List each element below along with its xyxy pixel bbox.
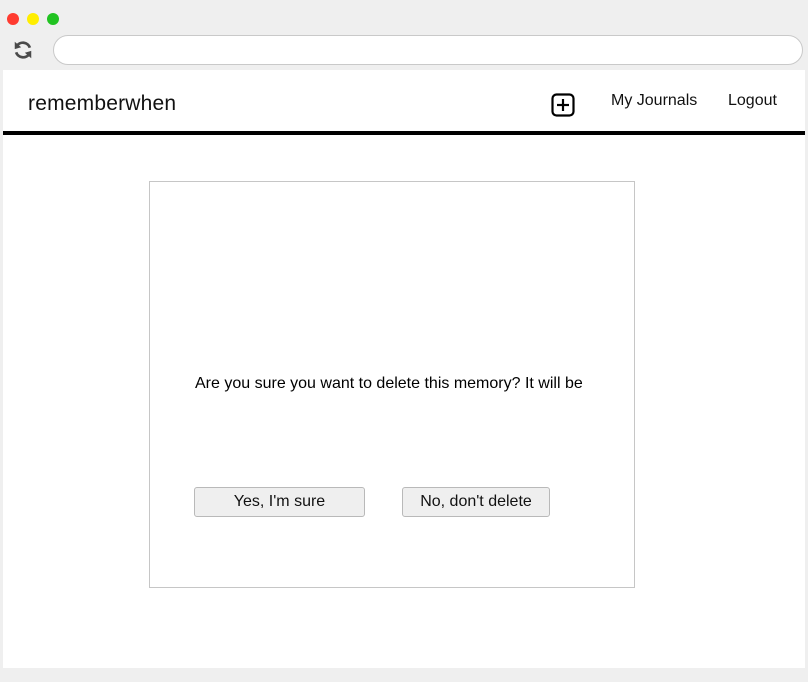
dialog-message: Are you sure you want to delete this mem…: [195, 375, 583, 392]
brand-logo-link[interactable]: rememberwhen: [28, 92, 176, 116]
address-bar[interactable]: [53, 35, 803, 65]
nav-my-journals-link[interactable]: My Journals: [611, 92, 697, 110]
window-zoom-button[interactable]: [47, 13, 59, 25]
browser-chrome: [0, 0, 808, 70]
plus-square-icon: [551, 93, 575, 117]
reload-button[interactable]: [11, 38, 35, 62]
navbar: rememberwhen My Journals Logout: [3, 70, 805, 135]
window-minimize-button[interactable]: [27, 13, 39, 25]
nav-logout-link[interactable]: Logout: [728, 92, 777, 110]
page-viewport: rememberwhen My Journals Logout Are you …: [3, 70, 805, 668]
cancel-delete-button[interactable]: No, don't delete: [402, 487, 550, 517]
add-memory-button[interactable]: [551, 93, 575, 117]
window-close-button[interactable]: [7, 13, 19, 25]
confirm-delete-button[interactable]: Yes, I'm sure: [194, 487, 365, 517]
reload-icon: [14, 41, 32, 59]
delete-confirm-dialog: Are you sure you want to delete this mem…: [149, 181, 635, 588]
